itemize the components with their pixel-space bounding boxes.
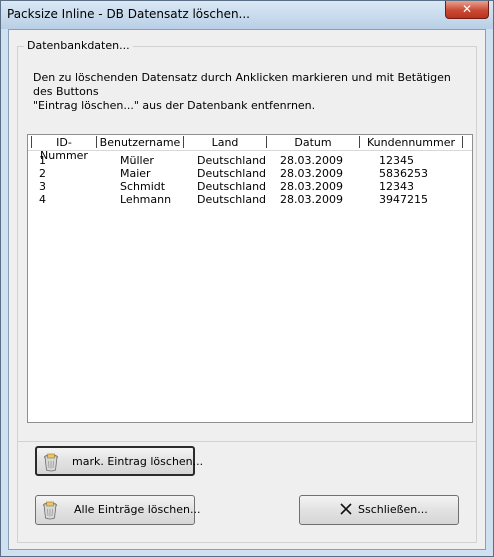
column-header-username[interactable]: Benutzername xyxy=(98,136,182,149)
window-close-button[interactable]: ✕ xyxy=(445,1,489,19)
cell-date: 28.03.2009 xyxy=(280,193,343,206)
cell-date: 28.03.2009 xyxy=(280,154,343,167)
cell-customer-number: 12343 xyxy=(379,180,414,193)
delete-marked-label: mark. Eintrag löschen... xyxy=(72,455,204,468)
delete-all-label: Alle Einträge löschen... xyxy=(74,503,201,516)
recycle-bin-icon xyxy=(43,501,57,520)
dialog-window: Packsize Inline - DB Datensatz löschen..… xyxy=(0,0,494,557)
column-separator[interactable] xyxy=(462,136,463,148)
cell-id: 4 xyxy=(39,193,46,206)
title-bar[interactable]: Packsize Inline - DB Datensatz löschen..… xyxy=(1,1,493,29)
cell-country: Deutschland xyxy=(197,180,267,193)
table-row[interactable]: 4 Lehmann Deutschland 28.03.2009 3947215 xyxy=(28,193,472,206)
instruction-line-2: "Eintrag löschen..." aus der Datenbank e… xyxy=(33,99,316,112)
close-x-icon xyxy=(340,503,352,515)
dialog-client-area: Datenbankdaten... Den zu löschenden Date… xyxy=(8,29,486,550)
column-header-customer-number[interactable]: Kundennummer xyxy=(361,136,461,149)
cell-username: Maier xyxy=(120,167,151,180)
cell-id: 3 xyxy=(39,180,46,193)
group-label: Datenbankdaten... xyxy=(24,39,133,52)
cell-username: Schmidt xyxy=(120,180,166,193)
cell-id: 2 xyxy=(39,167,46,180)
cell-username: Lehmann xyxy=(120,193,172,206)
cell-username: Müller xyxy=(120,154,154,167)
column-separator[interactable] xyxy=(359,136,360,148)
cell-country: Deutschland xyxy=(197,154,267,167)
window-title: Packsize Inline - DB Datensatz löschen..… xyxy=(7,7,250,21)
cell-customer-number: 12345 xyxy=(379,154,414,167)
close-x-icon: ✕ xyxy=(461,2,473,16)
cell-customer-number: 5836253 xyxy=(379,167,428,180)
table-row[interactable]: 1 Müller Deutschland 28.03.2009 12345 xyxy=(28,154,472,167)
delete-marked-entry-button[interactable]: mark. Eintrag löschen... xyxy=(35,446,203,476)
cell-country: Deutschland xyxy=(197,167,267,180)
cell-country: Deutschland xyxy=(197,193,267,206)
cell-customer-number: 3947215 xyxy=(379,193,428,206)
column-separator[interactable] xyxy=(96,136,97,148)
column-separator[interactable] xyxy=(266,136,267,148)
table-row[interactable]: 2 Maier Deutschland 28.03.2009 5836253 xyxy=(28,167,472,180)
recycle-bin-icon xyxy=(44,453,58,472)
cell-date: 28.03.2009 xyxy=(280,167,343,180)
records-list-view[interactable]: ID-Nummer Benutzername Land Datum Kunden… xyxy=(27,134,473,423)
column-header-country[interactable]: Land xyxy=(185,136,265,149)
list-header: ID-Nummer Benutzername Land Datum Kunden… xyxy=(28,135,472,162)
cell-date: 28.03.2009 xyxy=(280,180,343,193)
instruction-text: Den zu löschenden Datensatz durch Anklic… xyxy=(33,71,473,113)
column-separator[interactable] xyxy=(183,136,184,148)
instruction-line-1: Den zu löschenden Datensatz durch Anklic… xyxy=(33,71,451,98)
close-label: Sschließen... xyxy=(358,503,428,516)
cell-id: 1 xyxy=(39,154,46,167)
delete-all-entries-button[interactable]: Alle Einträge löschen... xyxy=(35,495,200,525)
close-dialog-button[interactable]: Sschließen... xyxy=(299,495,459,525)
column-header-date[interactable]: Datum xyxy=(268,136,358,149)
column-separator xyxy=(31,136,32,148)
table-row[interactable]: 3 Schmidt Deutschland 28.03.2009 12343 xyxy=(28,180,472,193)
